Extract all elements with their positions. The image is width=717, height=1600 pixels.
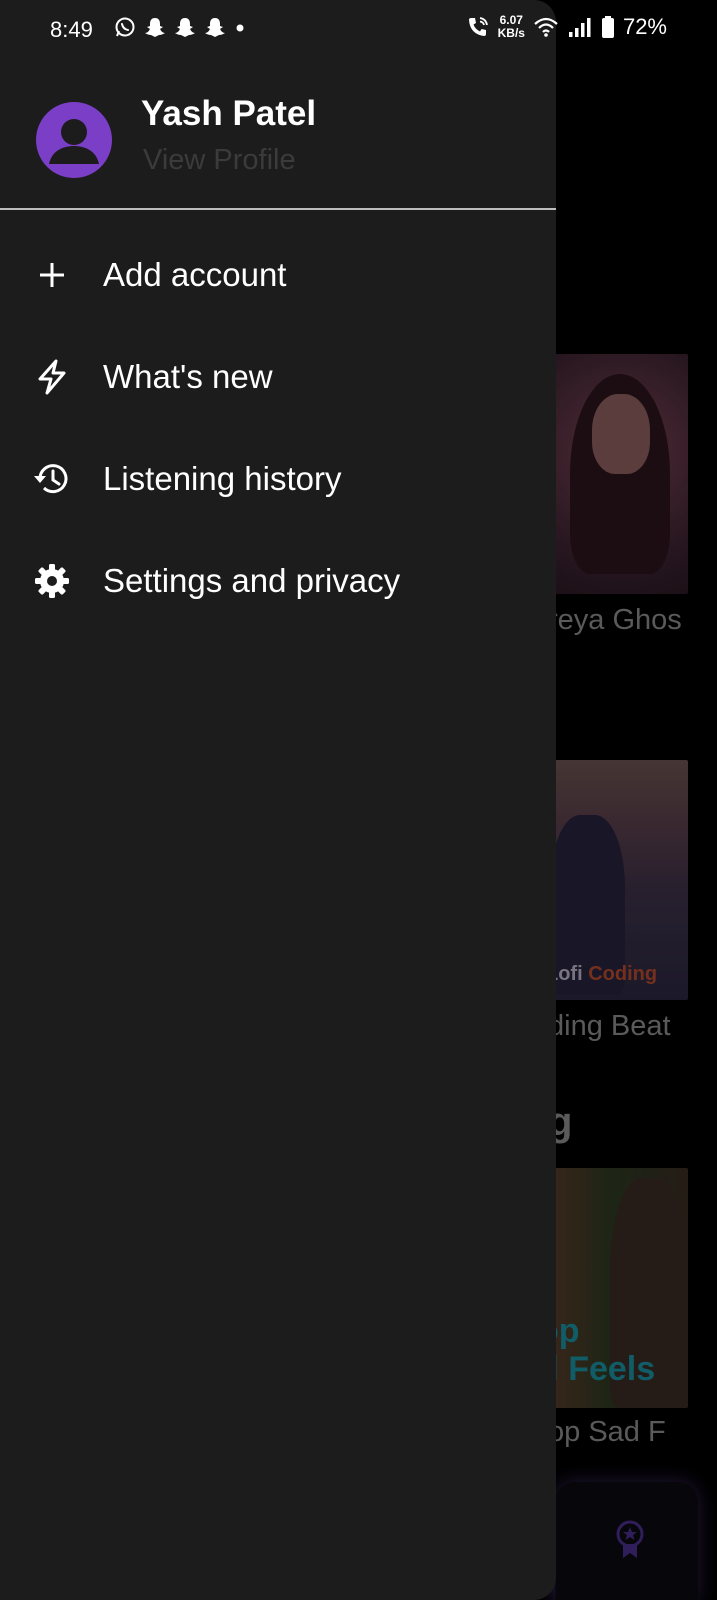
whatsapp-icon — [115, 17, 135, 37]
status-right-icons: 6.07 KB/s 72% — [466, 14, 667, 40]
battery-icon — [601, 16, 614, 38]
premium-badge-icon[interactable] — [615, 1520, 645, 1560]
artist-card-caption: reya Ghos — [548, 604, 682, 636]
playlist-label-part2: Coding — [588, 963, 658, 985]
dot-icon — [236, 24, 244, 32]
battery-percent: 72% — [622, 14, 667, 39]
navigation-drawer: Yash Patel View Profile Add account What… — [0, 0, 556, 1600]
screen: reya Ghos Lofi Coding ding Beat g op d F… — [0, 0, 717, 1600]
menu-item-add-account[interactable]: Add account — [0, 224, 556, 326]
status-bar: 8:49 6.07 KB/s 72% — [0, 0, 717, 60]
avatar[interactable] — [36, 102, 112, 178]
menu-item-label: Add account — [103, 256, 287, 293]
menu-item-label: What's new — [103, 358, 273, 395]
snapchat-icon — [145, 18, 165, 37]
playlist-card-label-2: op d Feels — [540, 1312, 655, 1388]
artist-card-image[interactable] — [540, 354, 688, 594]
snapchat-icon — [205, 18, 225, 37]
bottom-nav-bar — [555, 1482, 698, 1600]
artist-face-shape — [592, 394, 650, 474]
status-time: 8:49 — [50, 17, 93, 42]
history-icon — [34, 464, 68, 494]
profile-header[interactable]: Yash Patel View Profile — [0, 84, 556, 210]
network-speed: 6.07 KB/s — [498, 14, 525, 40]
menu-item-listening-history[interactable]: Listening history — [0, 428, 556, 530]
snapchat-icon — [175, 18, 195, 37]
menu-item-settings-privacy[interactable]: Settings and privacy — [0, 530, 556, 632]
menu-item-label: Settings and privacy — [103, 562, 401, 599]
lightning-icon — [38, 359, 66, 395]
user-icon — [49, 119, 99, 164]
menu-item-label: Listening history — [103, 460, 342, 497]
wifi-icon — [534, 17, 558, 37]
drawer-menu: Add account What's new Listening history — [0, 224, 556, 632]
playlist-card-caption-2: op Sad F — [548, 1416, 666, 1448]
signal-icon — [568, 18, 591, 37]
profile-name: Yash Patel — [141, 94, 317, 133]
playlist-card-label: Lofi Coding — [546, 963, 657, 986]
playlist-label-line1: op — [540, 1312, 580, 1350]
plus-icon — [40, 263, 64, 287]
menu-item-whats-new[interactable]: What's new — [0, 326, 556, 428]
playlist-card-image[interactable]: Lofi Coding — [540, 760, 688, 1000]
wifi-calling-icon — [468, 17, 488, 36]
view-profile-link[interactable]: View Profile — [143, 144, 296, 177]
playlist-label-line2: d Feels — [540, 1350, 656, 1388]
network-speed-unit: KB/s — [497, 26, 525, 40]
playlist-card-caption: ding Beat — [548, 1010, 671, 1042]
gear-icon — [35, 564, 69, 598]
playlist-card-image-2[interactable]: op d Feels — [540, 1168, 688, 1408]
notification-icons — [114, 16, 246, 38]
